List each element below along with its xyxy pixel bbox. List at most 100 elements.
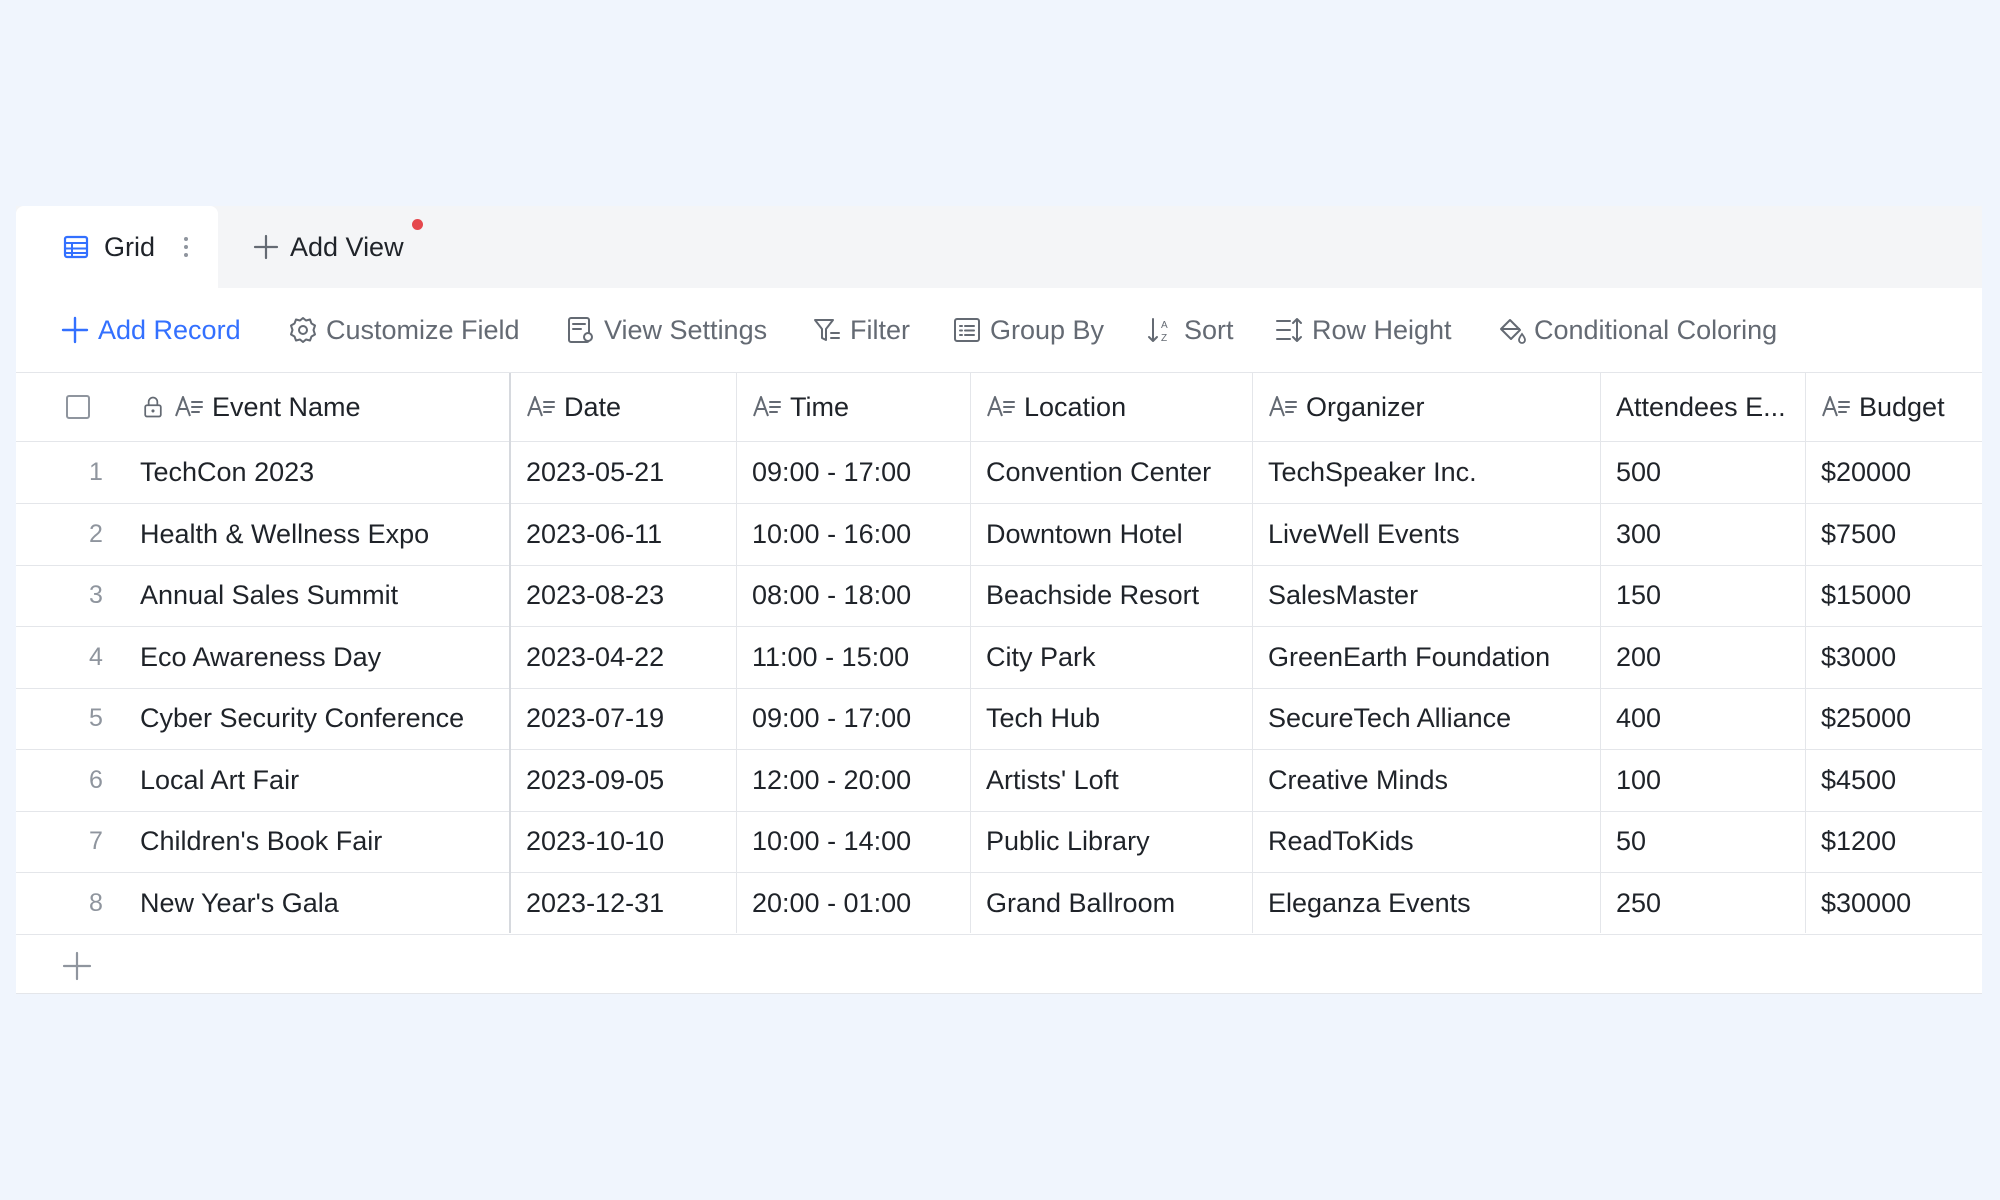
cell-time[interactable]: 08:00 - 18:00: [736, 565, 970, 626]
cell-organizer[interactable]: Eleganza Events: [1252, 873, 1600, 934]
row-height-button[interactable]: Row Height: [1274, 310, 1452, 350]
cell-location[interactable]: Artists' Loft: [970, 750, 1252, 811]
table-row[interactable]: 5 Cyber Security Conference 2023-07-19 09:0…: [16, 688, 1982, 750]
conditional-coloring-button[interactable]: Conditional Coloring: [1496, 310, 1777, 350]
cell-event-name[interactable]: New Year's Gala: [140, 873, 510, 934]
view-tab-bar: Grid Add View: [16, 206, 1982, 288]
add-record-label: Add Record: [98, 314, 241, 345]
row-height-icon: [1276, 318, 1302, 342]
cell-attendees[interactable]: 50: [1600, 811, 1805, 872]
cell-organizer[interactable]: GreenEarth Foundation: [1252, 627, 1600, 688]
select-all-cell[interactable]: [66, 373, 126, 441]
cell-date[interactable]: 2023-05-21: [510, 442, 736, 503]
column-divider: [1805, 373, 1806, 933]
filter-label: Filter: [850, 314, 910, 345]
cell-location[interactable]: Tech Hub: [970, 688, 1252, 749]
table-row[interactable]: 1 TechCon 2023 2023-05-21 09:00 - 17:00 Conv…: [16, 442, 1982, 504]
cell-attendees[interactable]: 100: [1600, 750, 1805, 811]
cell-organizer[interactable]: SecureTech Alliance: [1252, 688, 1600, 749]
cell-time[interactable]: 10:00 - 16:00: [736, 504, 970, 565]
add-row-plus-icon[interactable]: [60, 949, 94, 983]
cell-attendees[interactable]: 150: [1600, 565, 1805, 626]
cell-location[interactable]: Grand Ballroom: [970, 873, 1252, 934]
cell-time[interactable]: 20:00 - 01:00: [736, 873, 970, 934]
cell-time[interactable]: 09:00 - 17:00: [736, 688, 970, 749]
cell-organizer[interactable]: ReadToKids: [1252, 811, 1600, 872]
cell-budget[interactable]: $3000: [1805, 627, 1982, 688]
table-row[interactable]: 6 Local Art Fair 2023-09-05 12:00 - 20:00 Ar…: [16, 750, 1982, 812]
column-header-date[interactable]: Date: [510, 373, 736, 441]
cell-budget[interactable]: $7500: [1805, 504, 1982, 565]
column-divider: [736, 373, 737, 933]
cell-organizer[interactable]: Creative Minds: [1252, 750, 1600, 811]
table-row[interactable]: 2 Health & Wellness Expo 2023-06-11 10:00 -…: [16, 504, 1982, 566]
cell-event-name[interactable]: Health & Wellness Expo: [140, 504, 510, 565]
add-view-button[interactable]: Add View: [252, 226, 404, 268]
column-header-attendees[interactable]: Attendees E...: [1600, 373, 1805, 441]
more-vertical-icon[interactable]: [178, 232, 194, 262]
cell-location[interactable]: Convention Center: [970, 442, 1252, 503]
gear-icon: [290, 317, 316, 343]
sort-button[interactable]: A Z Sort: [1146, 310, 1234, 350]
column-header-label: Time: [790, 391, 849, 422]
cell-budget[interactable]: $30000: [1805, 873, 1982, 934]
column-header-budget[interactable]: Budget: [1805, 373, 1982, 441]
column-header-event-name[interactable]: Event Name: [140, 373, 510, 441]
cell-event-name[interactable]: Annual Sales Summit: [140, 565, 510, 626]
add-view-label: Add View: [290, 231, 404, 262]
cell-date[interactable]: 2023-10-10: [510, 811, 736, 872]
sort-label: Sort: [1184, 314, 1234, 345]
cell-location[interactable]: Public Library: [970, 811, 1252, 872]
customize-field-button[interactable]: Customize Field: [288, 310, 520, 350]
cell-budget[interactable]: $20000: [1805, 442, 1982, 503]
column-header-location[interactable]: Location: [970, 373, 1252, 441]
cell-budget[interactable]: $15000: [1805, 565, 1982, 626]
cell-attendees[interactable]: 300: [1600, 504, 1805, 565]
cell-date[interactable]: 2023-12-31: [510, 873, 736, 934]
tab-grid[interactable]: Grid: [16, 206, 218, 288]
conditional-coloring-label: Conditional Coloring: [1534, 314, 1778, 345]
cell-attendees[interactable]: 200: [1600, 627, 1805, 688]
table-row[interactable]: 3 Annual Sales Summit 2023-08-23 08:00 - 18…: [16, 565, 1982, 627]
cell-time[interactable]: 12:00 - 20:00: [736, 750, 970, 811]
notification-dot: [412, 219, 423, 230]
add-record-button[interactable]: Add Record: [60, 310, 241, 350]
cell-attendees[interactable]: 400: [1600, 688, 1805, 749]
cell-date[interactable]: 2023-04-22: [510, 627, 736, 688]
cell-event-name[interactable]: Cyber Security Conference: [140, 688, 510, 749]
cell-organizer[interactable]: LiveWell Events: [1252, 504, 1600, 565]
cell-event-name[interactable]: TechCon 2023: [140, 442, 510, 503]
cell-budget[interactable]: $1200: [1805, 811, 1982, 872]
cell-event-name[interactable]: Local Art Fair: [140, 750, 510, 811]
view-settings-button[interactable]: View Settings: [566, 310, 767, 350]
cell-attendees[interactable]: 250: [1600, 873, 1805, 934]
table-row[interactable]: 8 New Year's Gala 2023-12-31 20:00 - 01:00 G…: [16, 873, 1982, 935]
cell-budget[interactable]: $25000: [1805, 688, 1982, 749]
table-row[interactable]: 7 Children's Book Fair 2023-10-10 10:00 - 1…: [16, 811, 1982, 873]
cell-event-name[interactable]: Eco Awareness Day: [140, 627, 510, 688]
cell-location[interactable]: Downtown Hotel: [970, 504, 1252, 565]
column-header-organizer[interactable]: Organizer: [1252, 373, 1600, 441]
column-divider: [1252, 373, 1253, 933]
cell-date[interactable]: 2023-07-19: [510, 688, 736, 749]
cell-location[interactable]: Beachside Resort: [970, 565, 1252, 626]
filter-button[interactable]: Filter: [812, 310, 910, 350]
cell-event-name[interactable]: Children's Book Fair: [140, 811, 510, 872]
group-by-button[interactable]: Group By: [952, 310, 1104, 350]
cell-date[interactable]: 2023-08-23: [510, 565, 736, 626]
cell-location[interactable]: City Park: [970, 627, 1252, 688]
select-all-checkbox[interactable]: [66, 395, 90, 419]
column-header-time[interactable]: Time: [736, 373, 970, 441]
cell-time[interactable]: 10:00 - 14:00: [736, 811, 970, 872]
cell-budget[interactable]: $4500: [1805, 750, 1982, 811]
table-row[interactable]: 4 Eco Awareness Day 2023-04-22 11:00 - 15:0…: [16, 627, 1982, 689]
cell-organizer[interactable]: SalesMaster: [1252, 565, 1600, 626]
cell-date[interactable]: 2023-06-11: [510, 504, 736, 565]
cell-time[interactable]: 09:00 - 17:00: [736, 442, 970, 503]
plus-icon: [61, 316, 89, 344]
data-grid: Event Name Date Time Location Organizer …: [16, 372, 1982, 994]
cell-attendees[interactable]: 500: [1600, 442, 1805, 503]
cell-time[interactable]: 11:00 - 15:00: [736, 627, 970, 688]
cell-date[interactable]: 2023-09-05: [510, 750, 736, 811]
cell-organizer[interactable]: TechSpeaker Inc.: [1252, 442, 1600, 503]
